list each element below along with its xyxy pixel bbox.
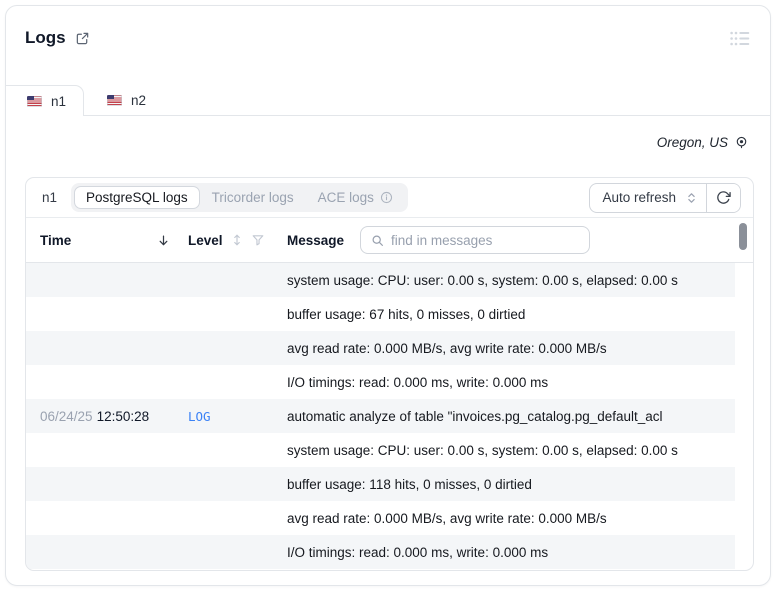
filter-funnel-icon[interactable] <box>251 233 265 247</box>
table-row[interactable]: avg read rate: 0.000 MB/s, avg write rat… <box>26 501 735 535</box>
column-header-message: Message <box>287 233 344 248</box>
log-message-cell: system usage: CPU: user: 0.00 s, system:… <box>287 442 678 458</box>
log-message-cell: system usage: CPU: user: 0.00 s, system:… <box>287 272 678 288</box>
segment-postgresql-logs[interactable]: PostgreSQL logs <box>74 186 200 209</box>
table-row[interactable]: system usage: CPU: user: 0.00 s, system:… <box>26 263 735 297</box>
log-time-cell: 06/24/25 12:50:28 <box>40 409 170 424</box>
card-header: Logs <box>25 28 90 48</box>
region-label: Oregon, US <box>656 135 728 150</box>
column-label: Level <box>188 232 223 248</box>
column-header-level[interactable]: Level <box>188 233 274 248</box>
segment-tricorder-logs[interactable]: Tricorder logs <box>200 186 306 209</box>
log-message-cell: avg read rate: 0.000 MB/s, avg write rat… <box>287 510 607 526</box>
segment-label: ACE logs <box>317 190 374 205</box>
location-pin-icon <box>734 135 749 150</box>
log-date: 06/24/25 <box>40 408 93 424</box>
log-message-cell: automatic analyze of table "invoices.pg_… <box>287 408 663 424</box>
log-clock: 12:50:28 <box>96 408 150 424</box>
log-time-cell <box>40 273 170 288</box>
logs-toolbar: n1 PostgreSQL logs Tricorder logs ACE lo… <box>26 178 753 218</box>
log-time-cell <box>40 307 170 322</box>
tab-n1[interactable]: n1 <box>6 85 85 116</box>
tab-label: n2 <box>131 92 147 108</box>
column-label: Time <box>40 232 72 248</box>
log-message-cell: I/O timings: read: 0.000 ms, write: 0.00… <box>287 374 549 390</box>
logs-widget-card: Logs n1 n2 Oregon, US n1 PostgreSQL logs… <box>5 5 771 586</box>
log-time-cell <box>40 477 170 492</box>
region-indicator: Oregon, US <box>657 135 749 150</box>
log-time-cell <box>40 545 170 560</box>
info-icon <box>380 191 393 204</box>
log-time-cell <box>40 443 170 458</box>
table-row[interactable]: avg read rate: 0.000 MB/s, avg write rat… <box>26 331 735 365</box>
log-message-cell: buffer usage: 67 hits, 0 misses, 0 dirti… <box>287 306 526 322</box>
auto-refresh-select[interactable]: Auto refresh <box>590 183 707 212</box>
sort-updown-icon[interactable] <box>232 233 242 247</box>
refresh-icon <box>716 190 731 205</box>
list-menu-icon[interactable] <box>730 30 750 47</box>
table-header: Time Level Message find in messages <box>26 218 753 263</box>
tab-n2[interactable]: n2 <box>84 85 166 115</box>
sort-descending-icon[interactable] <box>157 234 170 247</box>
search-icon <box>371 234 384 247</box>
log-rows: system usage: CPU: user: 0.00 s, system:… <box>26 263 753 570</box>
segment-label: Tricorder logs <box>211 190 294 205</box>
segment-label: PostgreSQL logs <box>86 190 188 205</box>
column-header-time[interactable]: Time <box>40 233 170 248</box>
us-flag-icon <box>27 95 42 107</box>
table-row[interactable]: system usage: CPU: user: 0.00 s, system:… <box>26 433 735 467</box>
us-flag-icon <box>107 94 123 106</box>
node-tabs: n1 n2 <box>6 85 770 116</box>
log-time-cell <box>40 341 170 356</box>
segment-ace-logs[interactable]: ACE logs <box>306 186 405 209</box>
node-label: n1 <box>42 190 58 205</box>
logs-panel: n1 PostgreSQL logs Tricorder logs ACE lo… <box>25 177 754 571</box>
log-time-cell <box>40 511 170 526</box>
log-message-cell: I/O timings: read: 0.000 ms, write: 0.00… <box>287 544 549 560</box>
refresh-button[interactable] <box>707 183 740 212</box>
log-source-switcher: PostgreSQL logs Tricorder logs ACE logs <box>71 183 408 212</box>
table-row[interactable]: 06/24/25 12:50:28 LOG automatic analyze o… <box>26 399 735 433</box>
log-message-cell: avg read rate: 0.000 MB/s, avg write rat… <box>287 340 607 356</box>
log-level-cell: LOG <box>188 408 211 424</box>
table-row[interactable]: buffer usage: 67 hits, 0 misses, 0 dirti… <box>26 297 735 331</box>
page-title: Logs <box>25 28 66 47</box>
column-label: Message <box>287 232 345 248</box>
external-link-icon[interactable] <box>75 31 90 46</box>
table-row[interactable]: I/O timings: read: 0.000 ms, write: 0.00… <box>26 365 735 399</box>
table-row[interactable]: I/O timings: read: 0.000 ms, write: 0.00… <box>26 535 735 569</box>
vertical-scrollbar-thumb[interactable] <box>739 223 747 250</box>
table-row[interactable]: buffer usage: 118 hits, 0 misses, 0 dirt… <box>26 467 735 501</box>
auto-refresh-label: Auto refresh <box>602 190 676 205</box>
refresh-controls: Auto refresh <box>589 182 741 213</box>
search-input[interactable] <box>391 232 580 248</box>
log-time-cell <box>40 375 170 390</box>
updown-chevrons-icon <box>687 191 696 205</box>
log-message-cell: buffer usage: 118 hits, 0 misses, 0 dirt… <box>287 476 532 492</box>
tab-label: n1 <box>51 93 67 109</box>
message-search <box>360 226 591 254</box>
